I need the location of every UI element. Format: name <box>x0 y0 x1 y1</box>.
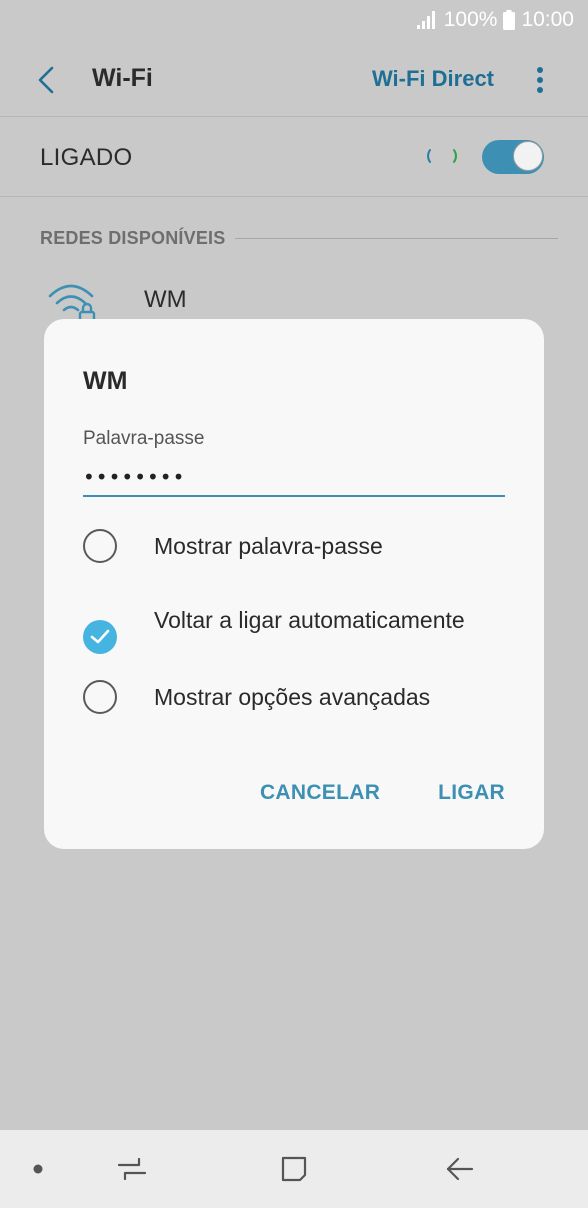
password-label: Palavra-passe <box>83 428 205 449</box>
advanced-options-label: Mostrar opções avançadas <box>154 684 431 710</box>
back-nav-button[interactable] <box>440 1150 480 1188</box>
status-indicators: 100% 10:00 <box>416 8 574 32</box>
home-icon <box>281 1156 307 1182</box>
dialog-actions: CANCELAR LIGAR <box>260 781 505 805</box>
checkmark-icon <box>90 629 110 644</box>
section-title: REDES DISPONÍVEIS <box>40 227 226 248</box>
home-button[interactable] <box>274 1150 314 1188</box>
navigation-bar <box>0 1130 588 1208</box>
more-vertical-icon <box>537 67 543 93</box>
recent-apps-button[interactable] <box>112 1150 152 1188</box>
header-divider <box>0 116 588 117</box>
advanced-options-option[interactable]: Mostrar opções avançadas <box>83 680 513 714</box>
back-button[interactable] <box>28 62 64 98</box>
show-password-label: Mostrar palavra-passe <box>154 533 383 559</box>
switch-divider <box>0 196 588 197</box>
app-header: Wi-Fi Wi-Fi Direct <box>0 44 588 116</box>
page-title: Wi-Fi <box>92 64 153 92</box>
scanning-spinner-icon <box>427 149 457 163</box>
battery-icon <box>503 10 516 30</box>
status-bar: 100% 10:00 <box>0 0 588 44</box>
password-input[interactable] <box>83 459 505 497</box>
recent-apps-icon <box>117 1157 147 1181</box>
battery-percent: 100% <box>443 8 498 31</box>
auto-reconnect-option[interactable]: Voltar a ligar automaticamente <box>83 604 513 668</box>
signal-icon <box>416 11 435 29</box>
wifi-switch-row[interactable]: LIGADO <box>0 118 588 196</box>
network-name: WM <box>144 286 187 313</box>
clock: 10:00 <box>521 8 574 31</box>
more-options-button[interactable] <box>528 64 552 96</box>
cancel-button[interactable]: CANCELAR <box>260 781 380 805</box>
wifi-lock-icon <box>48 284 96 324</box>
connect-button[interactable]: LIGAR <box>438 781 505 805</box>
wifi-toggle-knob <box>513 141 543 171</box>
show-password-checkbox[interactable] <box>83 529 117 563</box>
wifi-direct-button[interactable]: Wi-Fi Direct <box>372 66 494 92</box>
section-rule <box>235 237 558 239</box>
wifi-switch-label: LIGADO <box>40 144 133 171</box>
auto-reconnect-checkbox[interactable] <box>83 620 117 654</box>
back-icon <box>446 1157 474 1181</box>
advanced-options-checkbox[interactable] <box>83 680 117 714</box>
back-arrow-icon <box>38 66 54 94</box>
show-password-option[interactable]: Mostrar palavra-passe <box>83 529 513 563</box>
dot-icon <box>33 1164 43 1174</box>
connect-dialog: WM Palavra-passe Mostrar palavra-passe V… <box>44 319 544 849</box>
auto-reconnect-label: Voltar a ligar automaticamente <box>154 607 465 633</box>
nav-dot-button[interactable] <box>28 1150 48 1188</box>
available-networks-header: REDES DISPONÍVEIS <box>40 226 558 250</box>
dialog-title: WM <box>83 367 128 395</box>
wifi-toggle[interactable] <box>482 140 544 174</box>
